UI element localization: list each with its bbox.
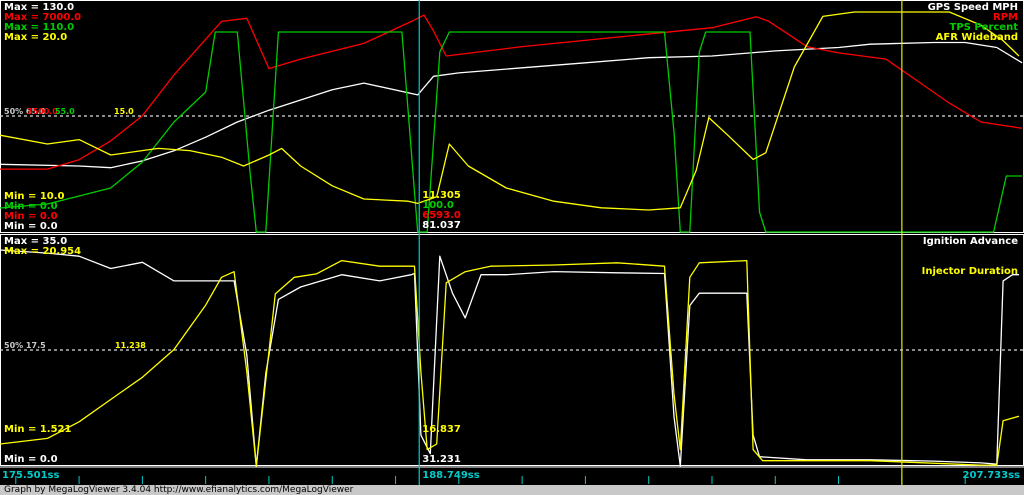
max-label: Max = 20.0 [4, 32, 67, 43]
cursor-value: 81.037 [422, 220, 461, 231]
min-label: Min = 0.0 [4, 454, 58, 465]
time-label: 207.733ss [963, 470, 1020, 481]
mid-scale-label: 15.0 [114, 107, 134, 116]
mid-scale-label: 55.0 [55, 107, 75, 116]
legend-entry[interactable]: Ignition Advance [923, 236, 1018, 247]
min-label: Min = 0.0 [4, 221, 58, 232]
min-label: Min = 1.521 [4, 424, 72, 435]
mid-scale-label: 50% 17.5 [4, 341, 46, 350]
time-label: 175.501ss [2, 470, 59, 481]
legend-entry[interactable]: Injector Duration [922, 266, 1018, 277]
mid-scale-label: 3500.0 [27, 107, 58, 116]
cursor-value: 31.231 [422, 454, 461, 465]
cursor-value: 16.837 [422, 424, 461, 435]
legend-entry[interactable]: AFR Wideband [936, 32, 1018, 43]
mid-scale-label: 11.238 [115, 341, 146, 350]
chart-background [0, 0, 1024, 495]
time-label: 188.749ss [422, 470, 479, 481]
footer-credit: Graph by MegaLogViewer 3.4.04 http://www… [0, 485, 1024, 495]
megalogviewer-chart[interactable]: Max = 130.0Max = 7000.0Max = 110.0Max = … [0, 0, 1024, 495]
max-label: Max = 20.954 [4, 246, 81, 257]
